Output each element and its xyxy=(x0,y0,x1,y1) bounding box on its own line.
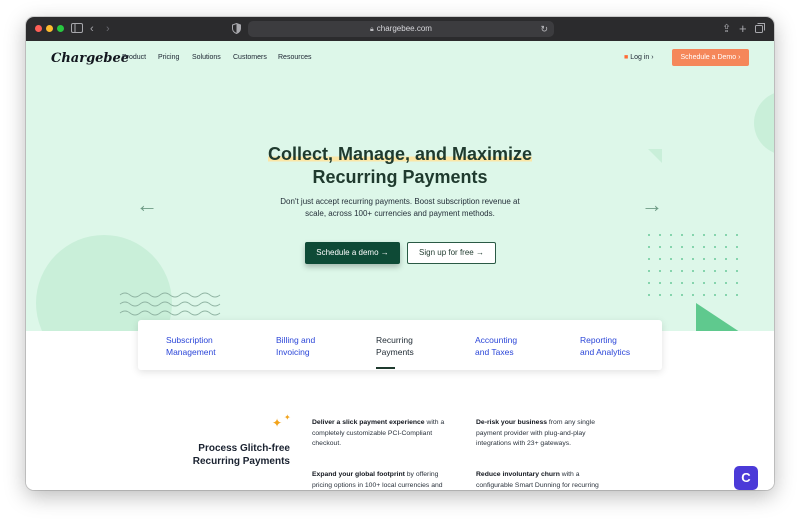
tab-reporting-analytics[interactable]: Reporting and Analytics xyxy=(580,334,630,358)
nav-solutions[interactable]: Solutions xyxy=(192,54,221,61)
schedule-demo-button-label: Schedule a demo xyxy=(316,248,379,257)
minimize-window-button[interactable] xyxy=(46,25,53,32)
section-title-line1: Process Glitch-free xyxy=(198,443,290,454)
schedule-demo-label: Schedule a Demo xyxy=(680,54,737,61)
feature-item: De-risk your business from any single pa… xyxy=(476,418,616,450)
privacy-shield-icon[interactable] xyxy=(232,22,241,37)
tab-label-line1: Reporting xyxy=(580,335,617,345)
tab-label-line2: Payments xyxy=(376,347,414,357)
tab-billing-invoicing[interactable]: Billing and Invoicing xyxy=(276,334,315,358)
lock-icon: 🔒︎ xyxy=(370,26,374,33)
feature-heading: Reduce involuntary churn xyxy=(476,471,560,478)
feature-item: Reduce involuntary churn with a configur… xyxy=(476,470,616,490)
sign-up-free-button[interactable]: Sign up for free → xyxy=(407,242,496,264)
chargebee-logo[interactable]: Chargebee xyxy=(51,51,129,66)
tab-subscription-management[interactable]: Subscription Management xyxy=(166,334,216,358)
product-tabs: Subscription Management Billing and Invo… xyxy=(138,320,662,370)
schedule-demo-header-button[interactable]: Schedule a Demo › xyxy=(672,49,749,66)
url-text: chargebee.com xyxy=(376,24,432,33)
sparkle-small-icon: ✦ xyxy=(284,413,291,422)
nav-customers[interactable]: Customers xyxy=(233,54,267,61)
address-bar[interactable]: 🔒︎ chargebee.com ↻ xyxy=(248,21,554,37)
tab-label-line2: and Analytics xyxy=(580,347,631,357)
headline-highlight: Collect, Manage, and Maximize xyxy=(267,144,533,164)
maximize-window-button[interactable] xyxy=(57,25,64,32)
tab-label-line1: Billing and xyxy=(276,335,316,345)
tabs-overview-icon[interactable] xyxy=(755,23,765,36)
chat-widget-button[interactable]: C xyxy=(734,466,758,490)
web-page: Chargebee Product Pricing Solutions Cust… xyxy=(26,41,774,490)
chevron-right-icon: › xyxy=(651,54,654,61)
chat-c-icon: C xyxy=(741,470,751,485)
active-tab-indicator xyxy=(376,367,395,369)
browser-titlebar: ‹ › 🔒︎ chargebee.com ↻ ⇪ + xyxy=(26,17,774,41)
tab-label-line2: Management xyxy=(166,347,216,357)
feature-heading: De-risk your business xyxy=(476,419,548,426)
tab-label-line1: Subscription xyxy=(166,335,213,345)
hero-headline-line2: Recurring Payments xyxy=(312,167,488,187)
close-window-button[interactable] xyxy=(35,25,42,32)
browser-window: ‹ › 🔒︎ chargebee.com ↻ ⇪ + Chargebee Pro… xyxy=(26,17,774,490)
schedule-demo-button[interactable]: Schedule a demo → xyxy=(305,242,400,264)
tab-label-line1: Recurring xyxy=(376,335,413,345)
nav-pricing[interactable]: Pricing xyxy=(158,54,179,61)
lock-icon: ■ xyxy=(624,54,629,61)
login-label: Log in xyxy=(630,54,650,61)
back-icon[interactable]: ‹ xyxy=(90,23,94,35)
section-title: Process Glitch-free Recurring Payments xyxy=(176,442,290,468)
forward-icon[interactable]: › xyxy=(106,23,110,35)
carousel-next-arrow-icon[interactable]: → xyxy=(641,194,663,216)
sidebar-icon[interactable] xyxy=(71,23,83,36)
tab-accounting-taxes[interactable]: Accounting and Taxes xyxy=(475,334,517,358)
feature-heading: Expand your global footprint xyxy=(312,471,405,478)
feature-item: Deliver a slick payment experience with … xyxy=(312,418,452,450)
section-title-line2: Recurring Payments xyxy=(192,456,290,467)
nav-product[interactable]: Product xyxy=(122,54,146,61)
sparkle-icon: ✦ xyxy=(272,416,283,430)
hero-headline-line1: Collect, Manage, and Maximize xyxy=(26,144,774,165)
feature-heading: Deliver a slick payment experience xyxy=(312,419,425,426)
arrow-right-icon: → xyxy=(475,248,484,257)
carousel-prev-arrow-icon[interactable]: ← xyxy=(136,194,158,216)
chevron-right-icon: › xyxy=(738,54,741,61)
arrow-right-icon: → xyxy=(380,248,389,257)
login-link[interactable]: ■ Log in › xyxy=(624,54,654,61)
hero-section: Chargebee Product Pricing Solutions Cust… xyxy=(26,41,774,331)
reload-icon[interactable]: ↻ xyxy=(540,21,548,37)
tab-label-line2: Invoicing xyxy=(276,347,310,357)
tab-label-line2: and Taxes xyxy=(475,347,514,357)
tab-recurring-payments[interactable]: Recurring Payments xyxy=(376,334,414,358)
sign-up-free-label: Sign up for free xyxy=(419,248,474,257)
new-tab-icon[interactable]: + xyxy=(739,22,747,35)
tab-label-line1: Accounting xyxy=(475,335,518,345)
nav-resources[interactable]: Resources xyxy=(278,54,311,61)
feature-item: Expand your global footprint by offering… xyxy=(312,470,452,490)
share-icon[interactable]: ⇪ xyxy=(722,23,731,35)
